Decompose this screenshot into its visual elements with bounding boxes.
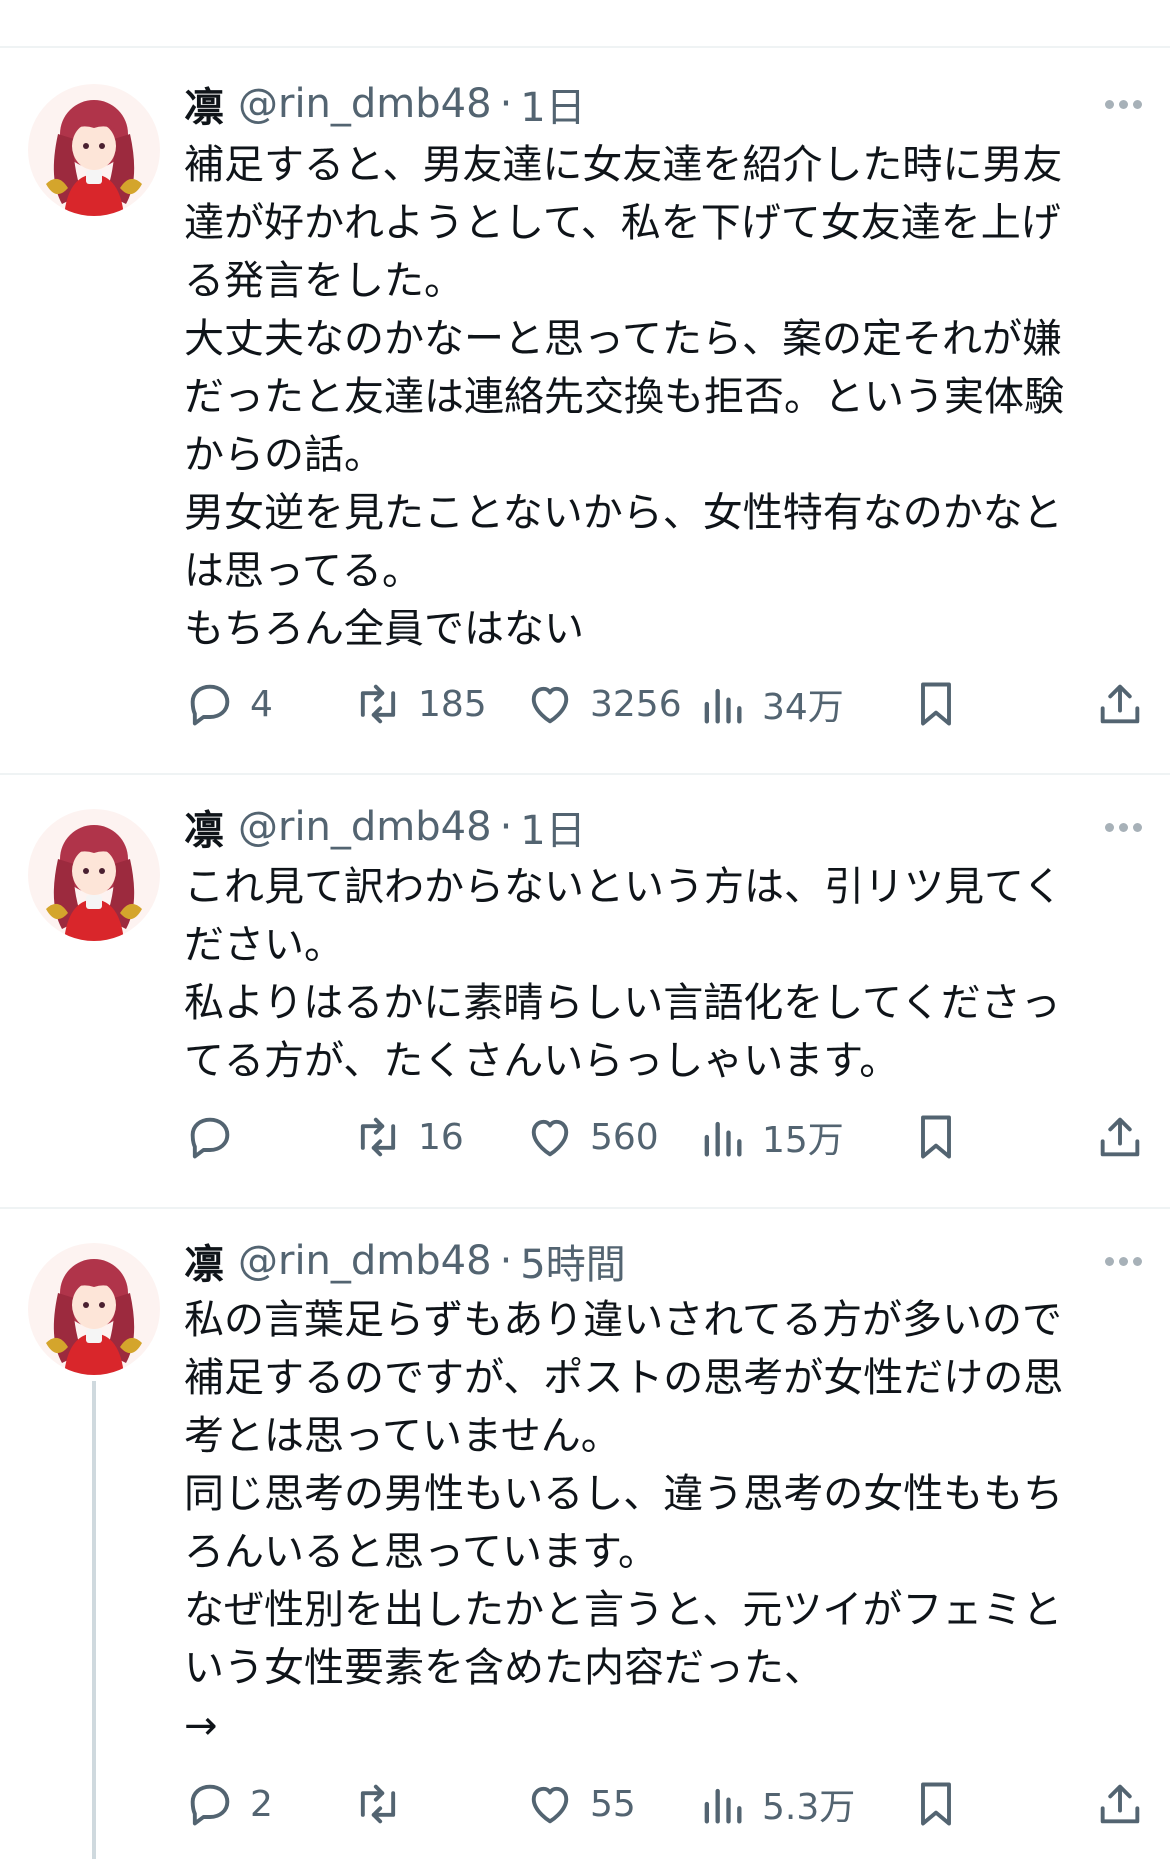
user-handle[interactable]: @rin_dmb48: [238, 81, 492, 127]
share-icon: [1100, 1784, 1140, 1824]
share-icon: [1100, 1117, 1140, 1157]
avatar[interactable]: [28, 1243, 160, 1375]
share-icon: [1100, 684, 1140, 724]
post-header: 凛 @rin_dmb48 · 5時間: [184, 1231, 1140, 1291]
post-body: 私の言葉足らずもあり違いされてる方が多いので 補足するのですが、ポストの思考が女…: [184, 1291, 1140, 1755]
more-icon[interactable]: [1100, 74, 1142, 134]
reply-count: 2: [250, 1783, 273, 1825]
like-button[interactable]: 3256: [524, 669, 682, 739]
reply-count: 4: [250, 683, 273, 725]
reply-icon: [190, 1117, 230, 1159]
separator: ·: [499, 1238, 513, 1284]
user-handle[interactable]: @rin_dmb48: [238, 804, 492, 850]
like-count: 55: [590, 1783, 636, 1825]
bookmark-button[interactable]: [910, 1769, 962, 1839]
post[interactable]: 凛 @rin_dmb48 · 5時間 私の言葉足らずもあり違いされてる方が多いの…: [0, 1209, 1170, 1859]
user-handle[interactable]: @rin_dmb48: [238, 1238, 492, 1284]
display-name[interactable]: 凛: [184, 1232, 224, 1290]
like-count: 560: [590, 1116, 659, 1158]
post-text-line: いう女性要素を含めた内容だった、: [184, 1645, 824, 1691]
post-text-line: 考とは思っていません。: [184, 1413, 621, 1459]
reply-button[interactable]: 4: [184, 669, 273, 739]
post-text-line: 同じ思考の男性もいるし、違う思考の女性ももち: [184, 1471, 1064, 1517]
bookmark-button[interactable]: [910, 1102, 962, 1172]
like-icon: [531, 686, 569, 724]
bookmark-icon: [921, 1782, 951, 1826]
post-text-line: 大丈夫なのかなーと思ってたら、案の定それが嫌: [184, 316, 1062, 362]
share-button[interactable]: [1094, 1769, 1146, 1839]
like-icon: [531, 1119, 569, 1157]
views-icon: [704, 1788, 742, 1824]
views-button[interactable]: 34万: [696, 669, 844, 739]
separator: ·: [499, 81, 513, 127]
like-count: 3256: [590, 683, 682, 725]
views-count: 15万: [762, 1120, 844, 1161]
action-bar: 4 185 3256 34万: [184, 669, 1146, 739]
repost-icon: [360, 684, 396, 724]
share-button[interactable]: [1094, 669, 1146, 739]
views-button[interactable]: 5.3万: [696, 1769, 855, 1839]
bookmark-button[interactable]: [910, 669, 962, 739]
post-text-line: 補足するのですが、ポストの思考が女性だけの思: [184, 1355, 1064, 1401]
repost-icon: [360, 1117, 396, 1157]
post-text-line: 男女逆を見たことないから、女性特有なのかなと: [184, 490, 1063, 536]
post-text-line: は思ってる。: [184, 548, 422, 594]
post-body: これ見て訳わからないという方は、引リツ見てく ださい。 私よりはるかに素晴らしい…: [184, 858, 1140, 1090]
display-name[interactable]: 凛: [184, 75, 224, 133]
post[interactable]: 凛 @rin_dmb48 · 1日 補足すると、男友達に女友達を紹介した時に男友…: [0, 48, 1170, 775]
post-time[interactable]: 1日: [520, 75, 585, 133]
post-text-line: 私よりはるかに素晴らしい言語化をしてくださっ: [184, 980, 1061, 1026]
views-count: 5.3万: [762, 1787, 856, 1828]
post-header: 凛 @rin_dmb48 · 1日: [184, 797, 1140, 857]
repost-count: 16: [418, 1116, 464, 1158]
like-icon: [531, 1786, 569, 1824]
repost-button[interactable]: [352, 1769, 418, 1839]
separator: ·: [499, 804, 513, 850]
thread-line: [92, 1381, 96, 1859]
share-button[interactable]: [1094, 1102, 1146, 1172]
repost-count: 185: [418, 683, 487, 725]
display-name[interactable]: 凛: [184, 798, 224, 856]
post-text-line: 私の言葉足らずもあり違いされてる方が多いので: [184, 1297, 1062, 1343]
more-icon[interactable]: [1100, 797, 1142, 857]
post-time[interactable]: 5時間: [520, 1232, 625, 1290]
action-bar: 16 560 15万: [184, 1102, 1146, 1172]
reply-button[interactable]: [184, 1102, 250, 1172]
avatar[interactable]: [28, 84, 160, 216]
post-text-line: る発言をした。: [184, 258, 464, 304]
post-text-line: これ見て訳わからないという方は、引リツ見てく: [184, 864, 1063, 910]
more-icon[interactable]: [1100, 1231, 1142, 1291]
post-text-line: なぜ性別を出したかと言うと、元ツイがフェミと: [184, 1587, 1063, 1633]
top-bar-edge: [0, 0, 1170, 48]
post-time[interactable]: 1日: [520, 798, 585, 856]
views-count: 34万: [762, 687, 844, 728]
reply-icon: [190, 684, 230, 726]
repost-button[interactable]: 16: [352, 1102, 464, 1172]
views-icon: [704, 1121, 742, 1157]
avatar[interactable]: [28, 809, 160, 941]
post-text-line: →: [184, 1703, 218, 1749]
post-text-line: からの話。: [184, 432, 384, 478]
like-button[interactable]: 55: [524, 1769, 636, 1839]
views-icon: [704, 688, 742, 724]
post-body: 補足すると、男友達に女友達を紹介した時に男友 達が好かれようとして、私を下げて女…: [184, 136, 1140, 658]
post-text-line: だったと友達は連絡先交換も拒否。という実体験: [184, 374, 1064, 420]
bookmark-icon: [921, 1115, 951, 1159]
post-text-line: 達が好かれようとして、私を下げて女友達を上げ: [184, 200, 1061, 246]
action-bar: 2 55 5.3万: [184, 1769, 1146, 1839]
post[interactable]: 凛 @rin_dmb48 · 1日 これ見て訳わからないという方は、引リツ見てく…: [0, 775, 1170, 1209]
post-header: 凛 @rin_dmb48 · 1日: [184, 74, 1140, 134]
reply-icon: [190, 1784, 230, 1826]
repost-icon: [360, 1784, 396, 1824]
reply-button[interactable]: 2: [184, 1769, 273, 1839]
views-button[interactable]: 15万: [696, 1102, 844, 1172]
post-text-line: もちろん全員ではない: [184, 606, 584, 652]
post-text-line: ださい。: [184, 922, 344, 968]
post-text-line: ろんいると思っています。: [184, 1529, 658, 1575]
repost-button[interactable]: 185: [352, 669, 487, 739]
bookmark-icon: [921, 682, 951, 726]
post-text-line: 補足すると、男友達に女友達を紹介した時に男友: [184, 142, 1063, 188]
post-text-line: てる方が、たくさんいらっしゃいます。: [184, 1038, 900, 1084]
like-button[interactable]: 560: [524, 1102, 659, 1172]
